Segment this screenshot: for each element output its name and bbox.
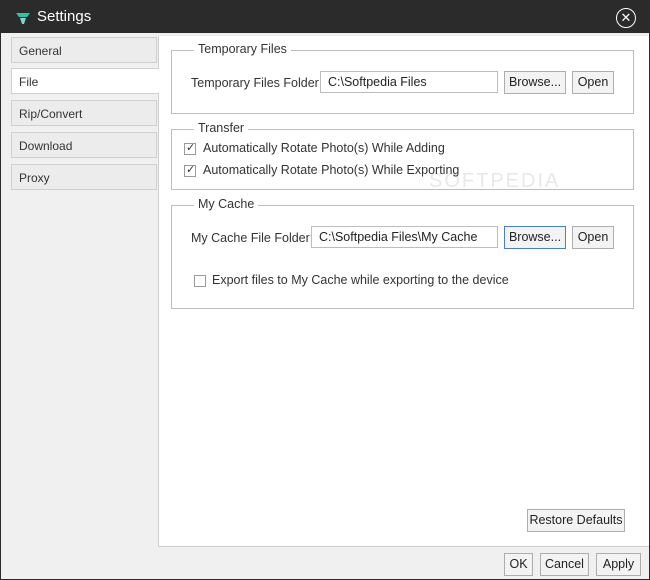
apply-button[interactable]: Apply	[596, 553, 641, 576]
temporary-files-title: Temporary Files	[194, 42, 291, 56]
sidebar-item-general[interactable]: General	[11, 37, 157, 63]
temporary-folder-input[interactable]	[320, 71, 498, 93]
transfer-group: Transfer Automatically Rotate Photo(s) W…	[171, 121, 634, 190]
cancel-button[interactable]: Cancel	[540, 553, 589, 576]
app-logo-icon	[16, 13, 30, 24]
rotate-while-exporting-label: Automatically Rotate Photo(s) While Expo…	[203, 163, 460, 177]
my-cache-folder-label: My Cache File Folder:	[191, 231, 314, 245]
dialog-button-bar: OK Cancel Apply	[1, 548, 649, 579]
sidebar-item-proxy[interactable]: Proxy	[11, 164, 157, 190]
file-settings-panel: SOFTPEDIA Temporary Files Temporary File…	[158, 36, 649, 547]
export-to-cache-label: Export files to My Cache while exporting…	[212, 273, 509, 287]
settings-sidebar: General File Rip/Convert Download Proxy	[1, 33, 159, 579]
title-bar: Settings ✕	[1, 1, 649, 33]
my-cache-open-button[interactable]: Open	[572, 226, 614, 249]
close-icon: ✕	[620, 10, 632, 25]
my-cache-group: My Cache My Cache File Folder: Browse...…	[171, 197, 634, 309]
temporary-folder-label: Temporary Files Folder:	[191, 76, 323, 90]
transfer-title: Transfer	[194, 121, 249, 135]
my-cache-title: My Cache	[194, 197, 259, 211]
sidebar-item-download[interactable]: Download	[11, 132, 157, 158]
ok-button[interactable]: OK	[504, 553, 533, 576]
temporary-browse-button[interactable]: Browse...	[504, 71, 566, 94]
restore-defaults-button[interactable]: Restore Defaults	[527, 509, 625, 532]
rotate-while-exporting-checkbox[interactable]	[184, 163, 196, 177]
temporary-open-button[interactable]: Open	[572, 71, 614, 94]
sidebar-item-rip-convert[interactable]: Rip/Convert	[11, 100, 157, 126]
my-cache-browse-button[interactable]: Browse...	[504, 226, 566, 249]
my-cache-folder-input[interactable]	[311, 226, 498, 248]
temporary-files-group: Temporary Files Temporary Files Folder: …	[171, 42, 634, 114]
rotate-while-adding-label: Automatically Rotate Photo(s) While Addi…	[203, 141, 445, 155]
sidebar-item-file[interactable]: File	[11, 68, 159, 94]
export-to-cache-checkbox[interactable]	[194, 275, 206, 287]
close-button[interactable]: ✕	[616, 8, 636, 28]
rotate-while-adding-checkbox[interactable]	[184, 141, 196, 155]
settings-window: Settings ✕ General File Rip/Convert Down…	[0, 0, 650, 580]
window-title: Settings	[37, 8, 92, 25]
